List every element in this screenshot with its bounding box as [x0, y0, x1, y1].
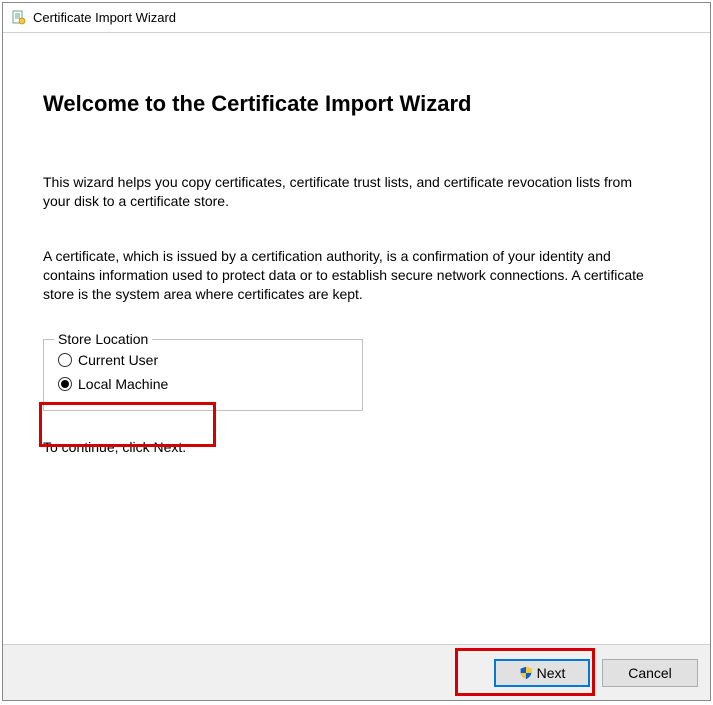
button-bar: Next Cancel [3, 644, 710, 700]
wizard-content: Welcome to the Certificate Import Wizard… [3, 33, 710, 455]
uac-shield-icon [519, 666, 533, 680]
cancel-button-label: Cancel [628, 665, 672, 681]
page-heading: Welcome to the Certificate Import Wizard [43, 91, 670, 117]
description-text: A certificate, which is issued by a cert… [43, 247, 653, 304]
radio-label: Local Machine [78, 376, 168, 392]
radio-local-machine[interactable]: Local Machine [56, 372, 350, 396]
intro-text: This wizard helps you copy certificates,… [43, 173, 653, 211]
wizard-window: Certificate Import Wizard Welcome to the… [2, 2, 711, 701]
radio-current-user[interactable]: Current User [56, 348, 350, 372]
continue-instruction: To continue, click Next. [43, 439, 670, 455]
next-button-label: Next [537, 665, 566, 681]
cancel-button[interactable]: Cancel [602, 659, 698, 687]
store-location-group: Store Location Current User Local Machin… [43, 339, 363, 411]
title-bar: Certificate Import Wizard [3, 3, 710, 33]
radio-label: Current User [78, 352, 158, 368]
certificate-wizard-icon [11, 10, 27, 26]
store-location-legend: Store Location [54, 331, 152, 347]
radio-icon [58, 353, 72, 367]
window-title: Certificate Import Wizard [33, 10, 176, 25]
radio-icon [58, 377, 72, 391]
next-button[interactable]: Next [494, 659, 590, 687]
